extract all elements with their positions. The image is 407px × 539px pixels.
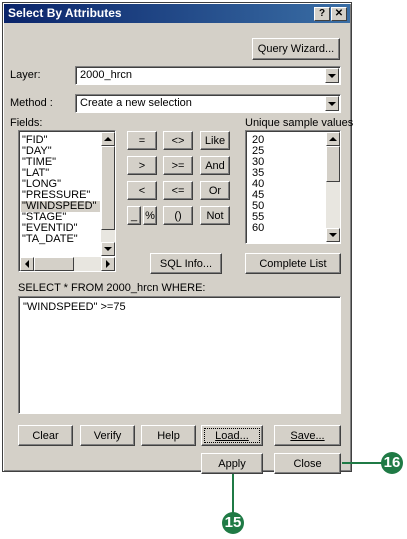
method-dropdown[interactable]: Create a new selection xyxy=(75,94,341,113)
close-icon[interactable]: ✕ xyxy=(331,7,347,21)
apply-button[interactable]: Apply xyxy=(201,453,263,474)
callout-line-apply xyxy=(232,474,234,514)
chevron-down-icon[interactable] xyxy=(325,68,339,83)
not-equal-button[interactable]: <> xyxy=(163,131,193,150)
unique-values-label: Unique sample values xyxy=(245,117,354,129)
less-equal-button[interactable]: <= xyxy=(163,181,193,200)
load-button-label: Load... xyxy=(215,429,249,442)
help-button[interactable]: Help xyxy=(141,425,196,446)
percent-button[interactable]: % xyxy=(143,206,157,225)
method-value: Create a new selection xyxy=(80,97,192,109)
scroll-down-icon[interactable] xyxy=(101,242,115,256)
layer-label: Layer: xyxy=(10,69,41,81)
chevron-down-icon[interactable] xyxy=(325,96,339,111)
callout-badge-apply: 15 xyxy=(222,512,244,534)
save-button[interactable]: Save... xyxy=(274,425,341,446)
scroll-right-icon[interactable] xyxy=(101,257,115,271)
parentheses-button[interactable]: () xyxy=(163,206,193,225)
verify-button[interactable]: Verify xyxy=(80,425,135,446)
like-button[interactable]: Like xyxy=(200,131,230,150)
callout-line-close xyxy=(342,462,382,464)
method-label: Method : xyxy=(10,97,53,109)
dialog-titlebar: Select By Attributes xyxy=(4,4,350,23)
fields-list[interactable]: "FID" "DAY" "TIME" "LAT" "LONG" "PRESSUR… xyxy=(18,130,116,272)
scroll-thumb[interactable] xyxy=(101,146,115,230)
load-button[interactable]: Load... xyxy=(201,425,263,446)
less-than-button[interactable]: < xyxy=(127,181,157,200)
dialog-title: Select By Attributes xyxy=(8,6,122,20)
fields-hscrollbar[interactable] xyxy=(20,257,115,271)
unique-values-vscrollbar[interactable] xyxy=(326,132,340,242)
fields-label: Fields: xyxy=(10,117,43,129)
close-button[interactable]: Close xyxy=(274,453,341,474)
fields-vscrollbar[interactable] xyxy=(101,132,115,256)
unique-value-item[interactable]: 60 xyxy=(252,223,264,234)
greater-than-button[interactable]: > xyxy=(127,156,157,175)
query-wizard-button[interactable]: Query Wizard... xyxy=(252,38,340,60)
query-expression-textarea[interactable]: "WINDSPEED" >=75 xyxy=(18,296,341,414)
scroll-up-icon[interactable] xyxy=(326,132,340,146)
underscore-button[interactable]: _ xyxy=(127,206,141,225)
scroll-up-icon[interactable] xyxy=(101,132,115,146)
greater-equal-button[interactable]: >= xyxy=(163,156,193,175)
sql-info-button[interactable]: SQL Info... xyxy=(150,253,222,274)
scroll-left-icon[interactable] xyxy=(20,257,34,271)
scroll-down-icon[interactable] xyxy=(326,228,340,242)
help-titlebar-button[interactable]: ? xyxy=(314,7,330,21)
layer-value: 2000_hrcn xyxy=(80,69,132,81)
save-button-label: Save... xyxy=(290,429,325,442)
hscroll-thumb[interactable] xyxy=(34,257,74,271)
layer-dropdown[interactable]: 2000_hrcn xyxy=(75,66,341,85)
query-expression-text: "WINDSPEED" >=75 xyxy=(23,301,126,313)
complete-list-button[interactable]: Complete List xyxy=(245,253,341,274)
and-button[interactable]: And xyxy=(200,156,230,175)
not-button[interactable]: Not xyxy=(200,206,230,225)
callout-badge-close: 16 xyxy=(381,452,403,474)
clear-button[interactable]: Clear xyxy=(18,425,73,446)
equals-button[interactable]: = xyxy=(127,131,157,150)
query-prefix-label: SELECT * FROM 2000_hrcn WHERE: xyxy=(18,282,206,294)
or-button[interactable]: Or xyxy=(200,181,230,200)
field-item[interactable]: "TA_DATE" xyxy=(22,234,78,245)
scroll-thumb[interactable] xyxy=(326,146,340,182)
unique-values-list[interactable]: 20 25 30 35 40 45 50 55 60 xyxy=(245,130,341,244)
